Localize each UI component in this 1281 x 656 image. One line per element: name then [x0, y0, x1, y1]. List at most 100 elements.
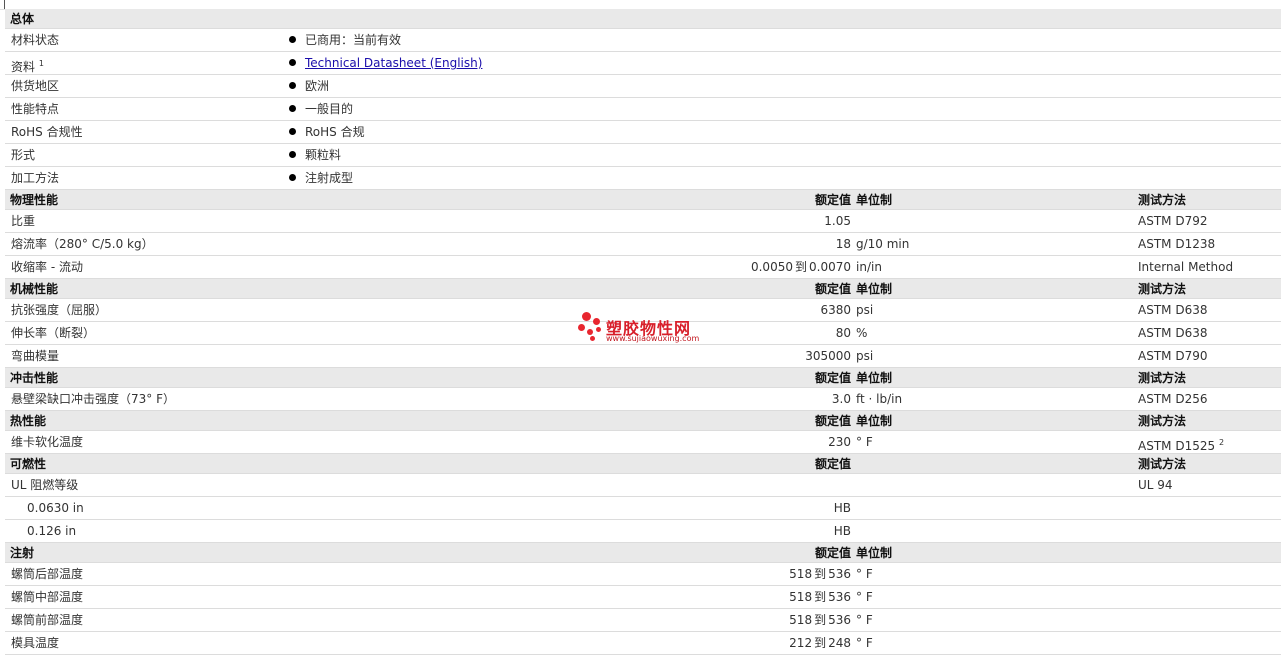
- property-label: 比重: [11, 214, 36, 228]
- test-method-text: ASTM D790: [1138, 349, 1208, 363]
- section-title: 注射: [10, 546, 35, 560]
- property-label: 0.126 in: [27, 524, 77, 538]
- test-method: ASTM D638: [1138, 322, 1207, 345]
- test-method-text: ASTM D1238: [1138, 237, 1216, 251]
- section-header: 冲击性能 额定值 单位制 测试方法: [5, 368, 1281, 388]
- property-row: 模具温度 212 到 248 ° F: [5, 632, 1281, 655]
- general-row: 形式 颗粒料: [5, 144, 1281, 167]
- property-value: Technical Datasheet (English): [289, 52, 482, 75]
- general-row: 性能特点 一般目的: [5, 98, 1281, 121]
- property-value: 518 到 536: [789, 609, 851, 632]
- column-header-unit: 单位制: [856, 371, 893, 385]
- value-from: 0.0050: [750, 260, 793, 274]
- property-unit: in/in: [856, 260, 882, 274]
- section-header: 物理性能 额定值 单位制 测试方法: [5, 190, 1281, 210]
- property-label: 供货地区: [11, 75, 59, 98]
- property-value: 518 到 536: [789, 586, 851, 609]
- section-title: 总体: [10, 12, 35, 26]
- test-method: ASTM D638: [1138, 299, 1207, 322]
- column-header-value: 额定值: [814, 282, 851, 296]
- property-label: 模具温度: [11, 636, 60, 650]
- property-label: RoHS 合规性: [11, 121, 83, 144]
- column-header-unit: 单位制: [856, 193, 893, 207]
- property-label-text: RoHS 合规性: [11, 125, 83, 139]
- property-label: UL 阻燃等级: [11, 478, 79, 492]
- value-text: 3.0: [831, 392, 851, 406]
- test-method: ASTM D256: [1138, 388, 1207, 411]
- range-separator: 到: [814, 636, 827, 650]
- test-method: ASTM D792: [1138, 210, 1207, 233]
- value-text: HB: [833, 501, 851, 515]
- column-header-method: 测试方法: [1138, 282, 1187, 296]
- property-value: 305000: [805, 345, 851, 368]
- property-row: UL 阻燃等级 UL 94: [5, 474, 1281, 497]
- property-label: 0.0630 in: [27, 501, 84, 515]
- bullet-icon: [289, 59, 296, 66]
- test-method-text: ASTM D256: [1138, 392, 1208, 406]
- general-row: 加工方法 注射成型: [5, 167, 1281, 190]
- range-separator: 到: [794, 260, 807, 274]
- value-text: HB: [833, 524, 851, 538]
- column-header-method: 测试方法: [1138, 193, 1187, 207]
- property-row: 螺筒后部温度 518 到 536 ° F: [5, 563, 1281, 586]
- test-method-text: ASTM D1525: [1138, 439, 1216, 453]
- property-label: 伸长率（断裂）: [11, 326, 96, 340]
- property-value: 已商用：当前有效: [289, 29, 401, 52]
- cursor-mark: [4, 0, 5, 9]
- property-value: 一般目的: [289, 98, 353, 121]
- property-value: 3.0: [832, 388, 851, 411]
- value-text: 80: [835, 326, 851, 340]
- property-value: 0.0050 到 0.0070: [751, 256, 851, 279]
- property-value-text: 欧洲: [305, 79, 330, 93]
- section-title: 物理性能: [10, 193, 59, 207]
- property-label: 材料状态: [11, 29, 59, 52]
- column-header-value: 额定值: [814, 193, 851, 207]
- value-from: 212: [789, 636, 813, 650]
- range-separator: 到: [814, 613, 827, 627]
- general-row: 供货地区 欧洲: [5, 75, 1281, 98]
- test-method-text: ASTM D638: [1138, 326, 1208, 340]
- property-label: 加工方法: [11, 167, 59, 190]
- test-method: UL 94: [1138, 474, 1173, 497]
- test-method: ASTM D790: [1138, 345, 1207, 368]
- property-unit: ° F: [856, 590, 873, 604]
- property-label: 悬壁梁缺口冲击强度（73° F）: [11, 392, 175, 406]
- test-method: ASTM D1238: [1138, 233, 1215, 256]
- property-label: 维卡软化温度: [11, 435, 84, 449]
- column-header-method: 测试方法: [1138, 457, 1187, 471]
- value-from: 518: [789, 590, 813, 604]
- property-label-text: 材料状态: [11, 33, 60, 47]
- section-header: 热性能 额定值 单位制 测试方法: [5, 411, 1281, 431]
- property-unit: %: [856, 326, 868, 340]
- value-text: 6380: [820, 303, 851, 317]
- section-header: 可燃性 额定值 测试方法: [5, 454, 1281, 474]
- property-label: 熔流率（280° C/5.0 kg）: [11, 237, 154, 251]
- bullet-icon: [289, 105, 296, 112]
- bullet-icon: [289, 36, 296, 43]
- column-header-unit: 单位制: [856, 282, 893, 296]
- value-text: 1.05: [824, 214, 851, 228]
- property-row: 悬壁梁缺口冲击强度（73° F） 3.0 ft · lb/in ASTM D256: [5, 388, 1281, 411]
- property-label: 抗张强度（屈服）: [11, 303, 108, 317]
- datasheet-link[interactable]: Technical Datasheet (English): [305, 56, 482, 70]
- bullet-icon: [289, 128, 296, 135]
- property-unit: psi: [856, 303, 874, 317]
- column-header-value: 额定值: [814, 546, 851, 560]
- column-header-value: 额定值: [814, 371, 851, 385]
- value-to: 536: [828, 590, 851, 604]
- property-value: 80: [836, 322, 851, 345]
- property-row: 收缩率 - 流动 0.0050 到 0.0070 in/in Internal Metho…: [5, 256, 1281, 279]
- footnote-marker: 2: [1218, 438, 1225, 447]
- property-value: 颗粒料: [289, 144, 341, 167]
- property-label-text: 性能特点: [11, 102, 60, 116]
- section-title: 机械性能: [10, 282, 59, 296]
- column-header-method: 测试方法: [1138, 414, 1187, 428]
- value-from: 518: [789, 613, 813, 627]
- section-title: 冲击性能: [10, 371, 59, 385]
- property-row: 比重 1.05 ASTM D792: [5, 210, 1281, 233]
- bullet-icon: [289, 151, 296, 158]
- property-unit: psi: [856, 349, 874, 363]
- column-header-unit: 单位制: [856, 546, 893, 560]
- value-from: 518: [789, 567, 813, 581]
- property-unit: ° F: [856, 435, 873, 449]
